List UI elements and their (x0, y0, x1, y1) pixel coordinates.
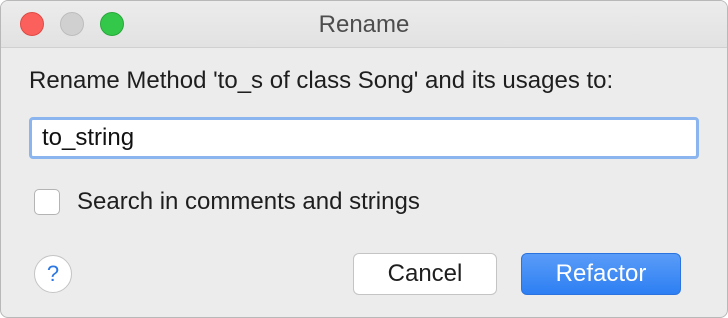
window-title: Rename (318, 11, 410, 38)
search-comments-checkbox[interactable] (34, 189, 60, 215)
cancel-button[interactable]: Cancel (353, 253, 497, 295)
help-button[interactable]: ? (34, 255, 72, 293)
search-comments-option[interactable]: Search in comments and strings (34, 188, 420, 216)
help-icon: ? (46, 261, 60, 286)
search-comments-label[interactable]: Search in comments and strings (77, 188, 420, 216)
title-bar: Rename (1, 1, 727, 48)
rename-prompt-label: Rename Method 'to_s of class Song' and i… (29, 67, 614, 94)
refactor-button[interactable]: Refactor (521, 253, 681, 295)
new-name-input[interactable] (29, 117, 699, 159)
rename-dialog-window: Rename Rename Method 'to_s of class Song… (0, 0, 728, 318)
